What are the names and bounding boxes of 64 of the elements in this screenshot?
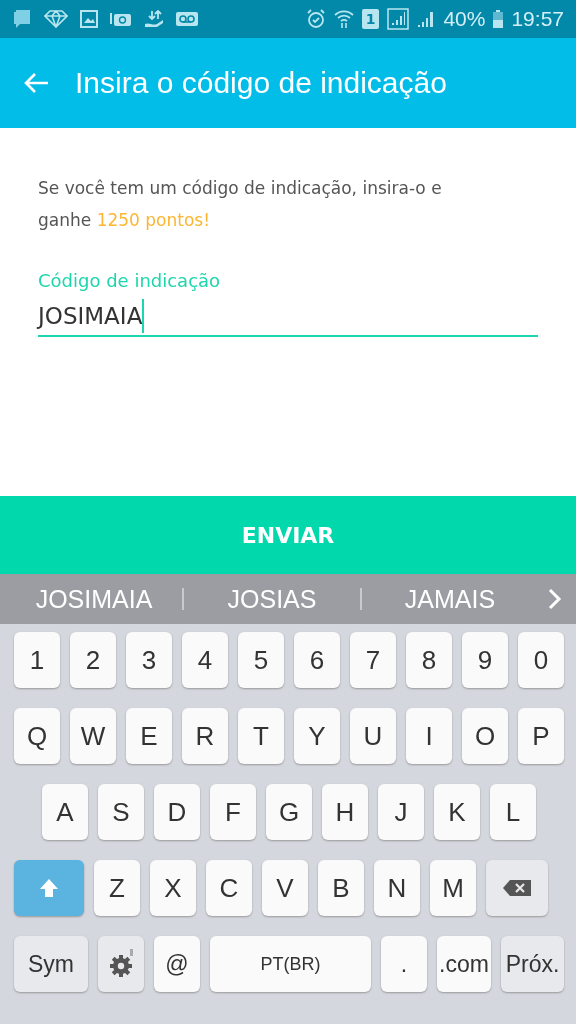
key[interactable]: F xyxy=(210,784,256,840)
backspace-key[interactable] xyxy=(486,860,548,916)
key[interactable]: 0 xyxy=(518,632,564,688)
key[interactable]: .com xyxy=(437,936,491,992)
key[interactable]: N xyxy=(374,860,420,916)
key[interactable]: P xyxy=(518,708,564,764)
diamond-icon xyxy=(44,10,68,28)
battery-icon xyxy=(493,10,504,28)
key[interactable]: 4 xyxy=(182,632,228,688)
key[interactable]: 1 xyxy=(14,632,60,688)
image-icon xyxy=(80,10,98,28)
key[interactable]: 3 xyxy=(126,632,172,688)
key[interactable]: L xyxy=(490,784,536,840)
key[interactable]: T xyxy=(238,708,284,764)
clock: 19:57 xyxy=(511,7,564,31)
key[interactable]: J xyxy=(378,784,424,840)
key[interactable]: G xyxy=(266,784,312,840)
key[interactable]: R xyxy=(182,708,228,764)
key[interactable]: I xyxy=(406,708,452,764)
key[interactable]: 9 xyxy=(462,632,508,688)
key[interactable]: 2 xyxy=(70,632,116,688)
key[interactable]: U xyxy=(350,708,396,764)
chevron-right-icon[interactable] xyxy=(548,588,562,610)
space-key[interactable]: PT(BR) xyxy=(210,936,371,992)
key[interactable]: 6 xyxy=(294,632,340,688)
wifi-icon xyxy=(333,9,354,29)
key[interactable]: D xyxy=(154,784,200,840)
key[interactable]: B xyxy=(318,860,364,916)
signal-icon xyxy=(387,8,410,30)
key[interactable]: H xyxy=(322,784,368,840)
battery-percentage: 40% xyxy=(443,7,486,31)
shift-arrow-icon xyxy=(38,877,60,899)
key[interactable]: Q xyxy=(14,708,60,764)
back-arrow-icon[interactable] xyxy=(24,72,50,94)
backspace-icon xyxy=(502,879,532,897)
key[interactable]: . xyxy=(381,936,427,992)
key[interactable]: Z xyxy=(94,860,140,916)
key[interactable]: X xyxy=(150,860,196,916)
key[interactable]: @ xyxy=(154,936,200,992)
page-title: Insira o código de indicação xyxy=(75,66,447,100)
referral-code-field[interactable]: Código de indicação JOSIMAIA xyxy=(38,270,538,337)
key[interactable]: Y xyxy=(294,708,340,764)
key[interactable]: E xyxy=(126,708,172,764)
intro-text: Se você tem um código de indicação, insira-o e ganhe 1250 pontos! xyxy=(38,177,443,232)
key[interactable]: K xyxy=(434,784,480,840)
sim-indicator: 1 xyxy=(361,9,380,29)
key[interactable]: C xyxy=(206,860,252,916)
signal-icon xyxy=(417,10,436,28)
shift-key[interactable] xyxy=(14,860,84,916)
key[interactable]: S xyxy=(98,784,144,840)
voicemail-icon xyxy=(176,11,198,27)
alarm-icon xyxy=(305,9,326,29)
key[interactable]: W xyxy=(70,708,116,764)
key[interactable]: O xyxy=(462,708,508,764)
settings-key[interactable] xyxy=(98,936,144,992)
key[interactable]: A xyxy=(42,784,88,840)
function-key[interactable]: Sym xyxy=(14,936,88,992)
key[interactable]: 5 xyxy=(238,632,284,688)
function-key[interactable]: Próx. xyxy=(501,936,564,992)
key[interactable]: V xyxy=(262,860,308,916)
key[interactable]: 7 xyxy=(350,632,396,688)
key[interactable]: 8 xyxy=(406,632,452,688)
key[interactable]: M xyxy=(430,860,476,916)
hand-arrows-icon xyxy=(144,10,164,28)
